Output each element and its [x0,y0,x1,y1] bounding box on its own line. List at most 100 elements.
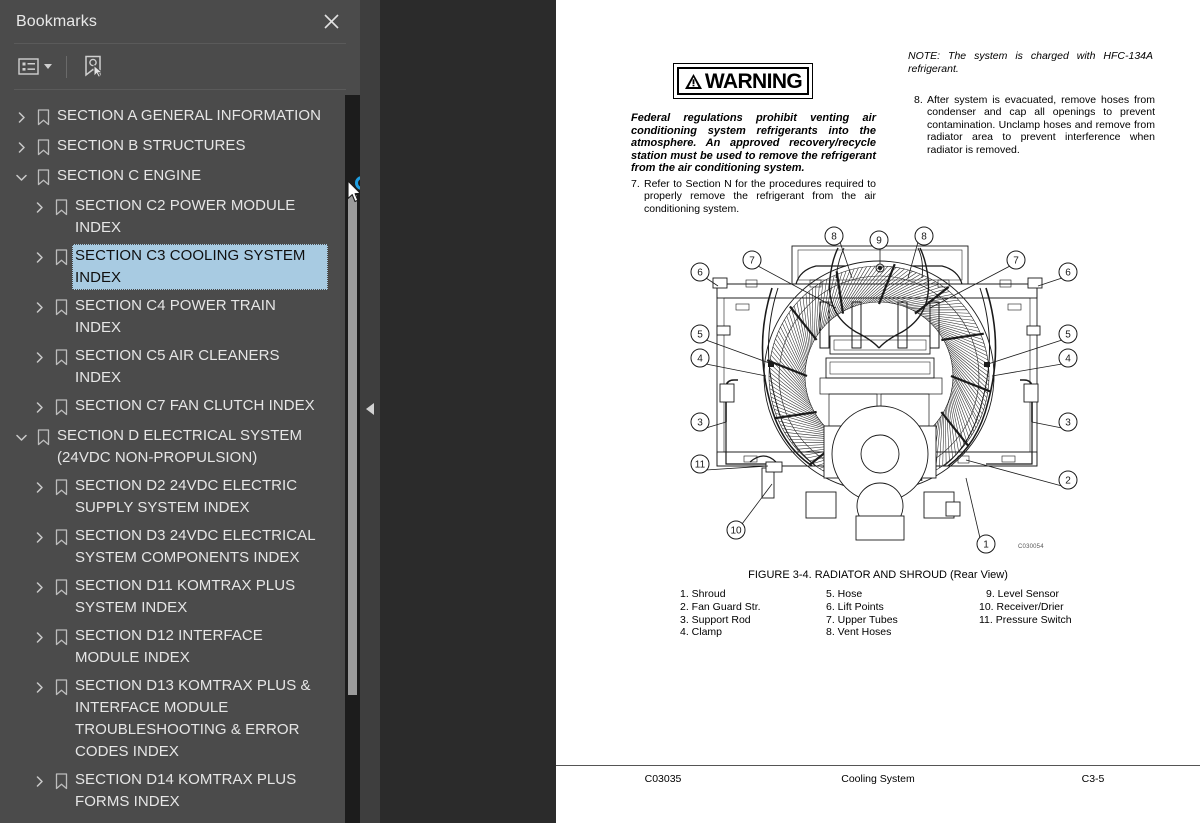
chevron-right-icon[interactable] [28,524,50,550]
bookmark-icon [50,344,72,370]
svg-text:3: 3 [1065,418,1071,429]
legend-item: 1. Shroud [680,588,726,600]
bookmarks-panel: Bookmarks SECTION A GENERAL INFORMATION … [0,0,360,823]
chevron-right-icon[interactable] [28,194,50,220]
pdf-viewer-window: Bookmarks SECTION A GENERAL INFORMATION … [0,0,1200,823]
chevron-down-icon[interactable] [10,424,32,450]
drawing-reference-code: C030054 [1018,544,1044,550]
legend-item: 5. Hose [826,588,863,600]
chevron-right-icon[interactable] [28,294,50,320]
note-text: NOTE: The system is charged with HFC-134… [908,50,1153,75]
bookmark-item[interactable]: SECTION D2 24VDC ELECTRIC SUPPLY SYSTEM … [0,472,345,522]
bookmark-item[interactable]: SECTION C ENGINE [0,162,345,192]
warning-heading: WARNING [704,69,803,93]
legend-item: 11. Pressure Switch [979,613,1072,626]
warning-body-text: Federal regulations prohibit venting air… [631,112,876,175]
bookmark-label: SECTION D12 INTERFACE MODULE INDEX [75,627,263,666]
bookmark-item[interactable]: SECTION A GENERAL INFORMATION [0,102,345,132]
footer-page-number: C3-5 [1081,773,1105,785]
footer-document-number: C03035 [644,773,682,785]
legend-item: 6. Lift Points [826,600,884,613]
chevron-right-icon[interactable] [28,344,50,370]
bookmark-icon [32,424,54,450]
bookmark-item[interactable]: SECTION D3 24VDC ELECTRICAL SYSTEM COMPO… [0,522,345,572]
collapse-left-arrow-icon [366,403,374,415]
chevron-right-icon[interactable] [28,244,50,270]
chevron-right-icon[interactable] [28,394,50,420]
chevron-right-icon[interactable] [28,474,50,500]
chevron-right-icon[interactable] [28,574,50,600]
svg-text:8: 8 [921,232,927,243]
chevron-right-icon[interactable] [10,818,32,823]
warning-triangle-icon [684,73,702,89]
chevron-right-icon[interactable] [10,134,32,160]
bookmark-item[interactable]: SECTION C3 COOLING SYSTEM INDEX [0,242,345,292]
chevron-right-icon[interactable] [10,104,32,130]
sidebar-scrollbar-thumb[interactable] [348,195,357,695]
bookmark-item[interactable]: SECTION B STRUCTURES [0,132,345,162]
bookmark-icon [32,818,54,823]
bookmark-item[interactable]: SECTION D11 KOMTRAX PLUS SYSTEM INDEX [0,572,345,622]
bookmark-icon [50,524,72,550]
bookmark-label: SECTION C7 FAN CLUTCH INDEX [75,397,315,414]
sidebar-scrollbar-track[interactable] [345,95,360,823]
bookmark-item[interactable]: SECTION D12 INTERFACE MODULE INDEX [0,622,345,672]
svg-text:3: 3 [697,418,703,429]
bookmark-list-options-icon[interactable] [14,54,56,79]
legend-column-2: 5. Hose 6. Lift Points 7. Upper Tubes 8. Ve… [826,588,972,639]
chevron-right-icon[interactable] [28,768,50,794]
bookmark-item[interactable]: SECTION E ELECTRIC PROPULSION [0,816,345,823]
collapse-panel-handle[interactable] [360,0,380,823]
svg-text:10: 10 [730,526,742,537]
warning-banner: WARNING [673,63,813,99]
bookmark-label: SECTION C4 POWER TRAIN INDEX [75,297,276,336]
close-icon[interactable] [318,9,344,35]
panel-title: Bookmarks [16,12,97,30]
document-viewer: WARNING Federal regulations prohibit ven… [380,0,1200,823]
bookmark-icon [50,624,72,650]
svg-text:7: 7 [1013,256,1019,267]
legend-item: 7. Upper Tubes [826,613,898,626]
chevron-right-icon[interactable] [28,624,50,650]
bookmark-icon [50,674,72,700]
svg-text:2: 2 [1065,476,1071,487]
legend-column-1: 1. Shroud 2. Fan Guard Str. 3. Support Rod… [680,588,826,639]
bookmark-item[interactable]: SECTION C5 AIR CLEANERS INDEX [0,342,345,392]
bookmark-item[interactable]: SECTION C7 FAN CLUTCH INDEX [0,392,345,422]
step-7-number: 7. [631,178,640,190]
bookmark-item[interactable]: SECTION D14 KOMTRAX PLUS FORMS INDEX [0,766,345,816]
legend-item: 4. Clamp [680,626,723,639]
figure-legend: 1. Shroud 2. Fan Guard Str. 3. Support Rod… [680,588,1100,639]
bookmark-icon [32,164,54,190]
legend-column-3: 9. Level Sensor 10. Receiver/Drier 11. Pre… [972,588,1100,639]
step-7-text: Refer to Section N for the procedures re… [644,178,876,215]
bookmark-label: SECTION B STRUCTURES [57,137,246,154]
pdf-page: WARNING Federal regulations prohibit ven… [556,0,1200,823]
bookmark-icon [50,294,72,320]
bookmark-label: SECTION C3 COOLING SYSTEM INDEX [72,244,328,290]
bookmark-icon [32,134,54,160]
svg-text:8: 8 [831,232,837,243]
bookmark-label: SECTION E ELECTRIC PROPULSION [54,818,324,823]
svg-text:11: 11 [695,460,706,471]
chevron-right-icon[interactable] [28,674,50,700]
select-bookmark-pointer-icon[interactable] [79,51,108,82]
legend-item: 3. Support Rod [680,613,751,626]
chevron-down-icon[interactable] [10,164,32,190]
bookmark-item[interactable]: SECTION D13 KOMTRAX PLUS & INTERFACE MOD… [0,672,345,766]
svg-text:5: 5 [1065,330,1071,341]
procedure-step-7: 7. Refer to Section N for the procedures… [631,178,876,215]
legend-item: 10. Receiver/Drier [979,600,1064,613]
svg-text:7: 7 [749,256,755,267]
radiator-shroud-drawing: 6 6 7 7 8 8 9 5 5 4 4 3 3 11 2 10 1 [680,216,1090,561]
bookmark-tree[interactable]: SECTION A GENERAL INFORMATION SECTION B S… [0,96,345,823]
toolbar-divider [66,55,67,78]
svg-text:6: 6 [1065,268,1071,279]
bookmark-label: SECTION D11 KOMTRAX PLUS SYSTEM INDEX [75,577,296,616]
svg-text:6: 6 [697,268,703,279]
bookmark-item[interactable]: SECTION C4 POWER TRAIN INDEX [0,292,345,342]
bookmark-item[interactable]: SECTION C2 POWER MODULE INDEX [0,192,345,242]
footer-section-title: Cooling System [841,773,915,785]
chevron-down-icon [44,64,52,69]
bookmark-item[interactable]: SECTION D ELECTRICAL SYSTEM (24VDC NON-P… [0,422,345,472]
